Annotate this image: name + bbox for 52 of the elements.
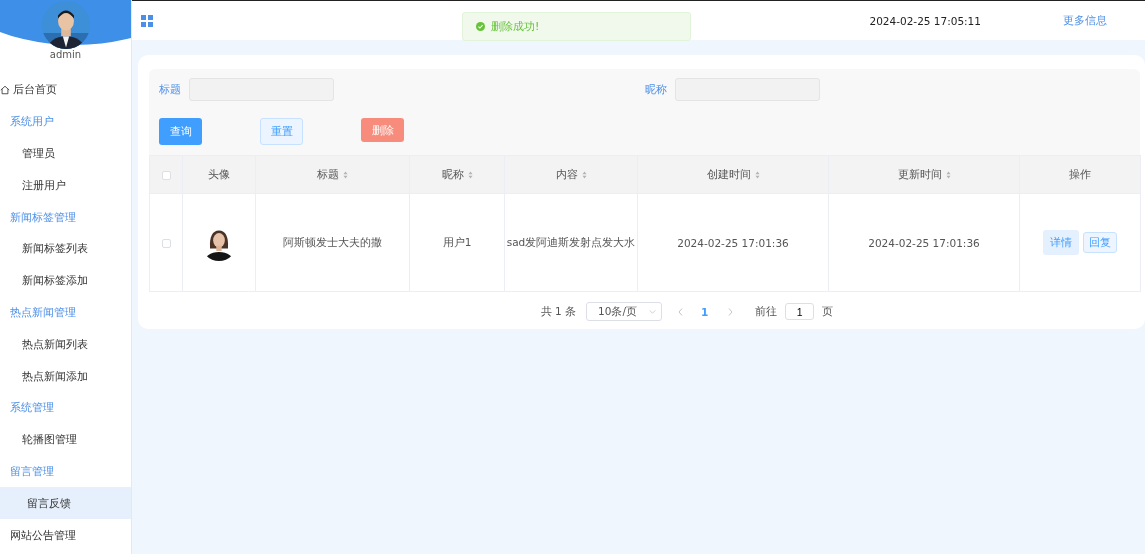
sort-icon[interactable] — [754, 170, 760, 179]
table-cell: 阿斯顿发士大夫的撒 — [255, 193, 410, 292]
more-info-link[interactable]: 更多信息 — [1063, 13, 1107, 28]
menu-group[interactable]: 系统用户 — [0, 105, 131, 138]
menu-item[interactable]: 后台首页 — [0, 74, 131, 106]
column-header[interactable]: 昵称 — [409, 155, 505, 194]
sort-icon[interactable] — [343, 170, 348, 179]
table-cell: 2024-02-25 17:01:36 — [637, 193, 829, 292]
menu-item[interactable]: 管理员 — [0, 137, 131, 170]
menu-item[interactable]: 轮播图管理 — [0, 423, 131, 456]
sort-icon[interactable] — [945, 170, 951, 179]
column-header[interactable]: 更新时间 — [828, 155, 1020, 194]
date-time: 2024-02-25 17:05:11 — [869, 14, 981, 27]
menu-item[interactable]: 留言反馈 — [0, 487, 131, 520]
user-name: admin — [49, 49, 82, 60]
grid-menu-icon[interactable] — [141, 14, 153, 27]
menu-group[interactable]: 留言管理 — [0, 455, 131, 488]
check-circle-icon — [476, 22, 485, 31]
column-header[interactable]: 头像 — [182, 155, 256, 194]
menu-group[interactable]: 新闻标签管理 — [0, 201, 131, 233]
goto-label: 前往 — [755, 304, 778, 319]
table-cell: sad发阿迪斯发射点发大水 — [504, 193, 638, 292]
checkbox[interactable] — [161, 239, 171, 248]
column-header[interactable]: 操作 — [1019, 155, 1141, 194]
total-count: 共 1 条 — [540, 304, 577, 319]
caret-icon — [648, 309, 656, 314]
column-header[interactable]: 创建时间 — [637, 155, 829, 194]
page-input[interactable]: 1 — [785, 303, 815, 320]
page-suffix: 页 — [822, 304, 834, 319]
menu-item[interactable]: 网站公告管理 — [0, 519, 131, 551]
menu-label: 后台首页 — [13, 82, 57, 98]
column-header[interactable]: 内容 — [504, 155, 638, 194]
table-cell: 用户1 — [409, 193, 505, 292]
toast-message: 删除成功! — [491, 19, 540, 34]
menu-item[interactable]: 热点新闻添加 — [0, 360, 131, 392]
menu-item[interactable]: 新闻标签列表 — [0, 233, 131, 265]
column-header[interactable]: 标题 — [255, 155, 410, 194]
sort-icon[interactable] — [467, 170, 473, 179]
page-size-select[interactable]: 10条/页 — [586, 302, 662, 321]
menu-item[interactable]: 注册用户 — [0, 169, 131, 202]
home-icon — [0, 84, 10, 95]
menu-item[interactable]: 热点新闻列表 — [0, 328, 131, 361]
sort-icon[interactable] — [581, 170, 587, 179]
table-cell: 2024-02-25 17:01:36 — [828, 193, 1020, 292]
menu-group[interactable]: 系统管理 — [0, 391, 131, 424]
field-label: 昵称 — [644, 82, 667, 97]
field-label: 标题 — [159, 82, 181, 97]
checkbox[interactable] — [161, 171, 171, 180]
menu-item[interactable]: 新闻标签添加 — [0, 264, 131, 297]
next-page-icon[interactable] — [728, 307, 734, 316]
prev-page-icon[interactable] — [677, 307, 683, 316]
menu-group[interactable]: 热点新闻管理 — [0, 296, 131, 329]
